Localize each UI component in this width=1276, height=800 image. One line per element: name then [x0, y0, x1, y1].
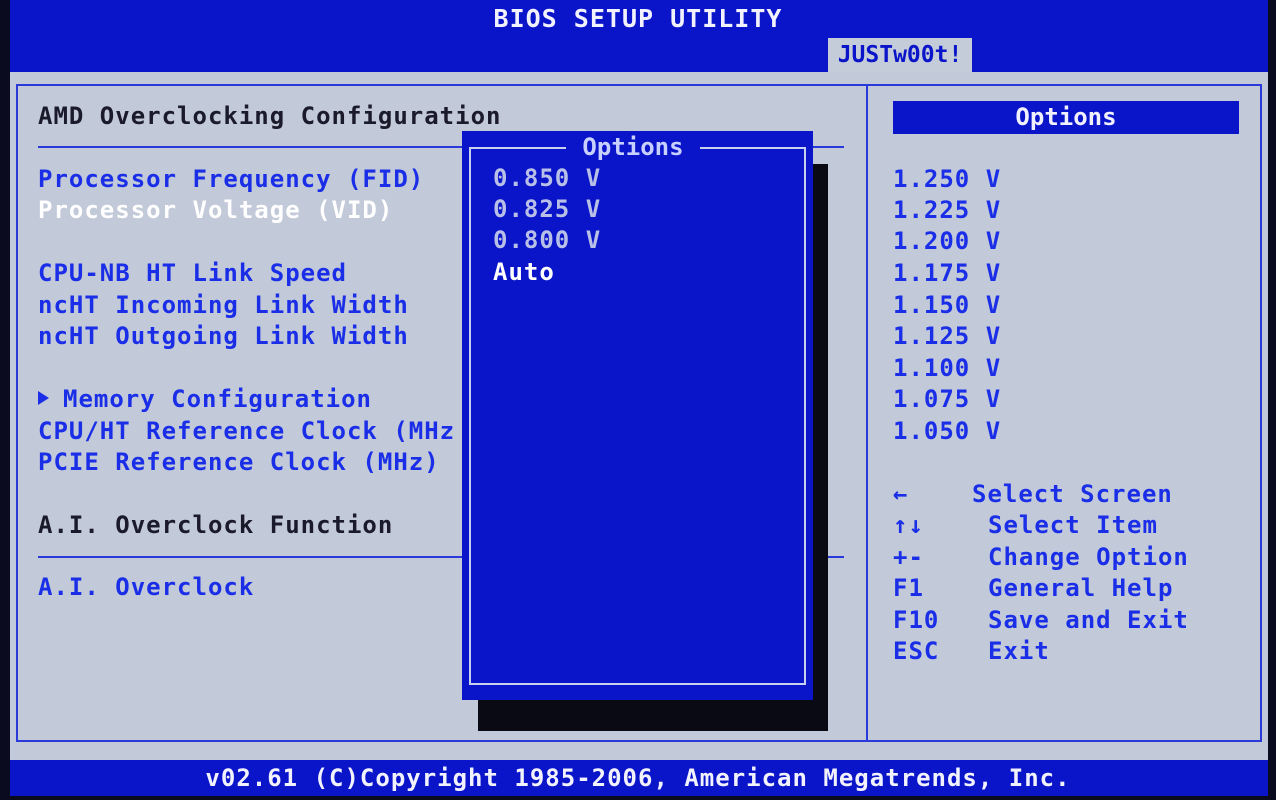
- submenu-label: Memory Configuration: [63, 385, 372, 413]
- setting-ncht-outgoing-link-width[interactable]: ncHT Outgoing Link Width: [38, 322, 409, 350]
- popup-option-selected[interactable]: Auto: [493, 258, 555, 286]
- option-value: 1.250 V: [893, 165, 1002, 193]
- help-text-general-help: General Help: [988, 574, 1174, 602]
- copyright-text: v02.61 (C)Copyright 1985-2006, American …: [205, 764, 1071, 792]
- setting-ncht-incoming-link-width[interactable]: ncHT Incoming Link Width: [38, 291, 409, 319]
- option-value: 1.150 V: [893, 291, 1002, 319]
- submenu-memory-configuration[interactable]: Memory Configuration: [38, 385, 372, 413]
- help-key-esc: ESC: [893, 637, 940, 665]
- menu-bar: [10, 38, 1268, 72]
- help-key-f10: F10: [893, 606, 940, 634]
- bios-title: BIOS SETUP UTILITY: [493, 4, 783, 33]
- popup-option[interactable]: 0.825 V: [493, 195, 601, 223]
- option-value: 1.125 V: [893, 322, 1002, 350]
- option-value: 1.100 V: [893, 354, 1002, 382]
- option-value: 1.200 V: [893, 227, 1002, 255]
- setting-cpu-ht-reference-clock[interactable]: CPU/HT Reference Clock (MHz: [38, 417, 455, 445]
- setting-ai-overclock[interactable]: A.I. Overclock: [38, 573, 254, 601]
- help-text-select-item: Select Item: [988, 511, 1158, 539]
- setting-ai-overclock-function: A.I. Overclock Function: [38, 511, 394, 539]
- setting-processor-voltage[interactable]: Processor Voltage (VID): [38, 196, 393, 224]
- help-text-save-and-exit: Save and Exit: [988, 606, 1189, 634]
- popup-option[interactable]: 0.800 V: [493, 226, 601, 254]
- options-header: Options: [893, 101, 1239, 134]
- tab-justw00t[interactable]: JUSTw00t!: [828, 38, 972, 72]
- help-key-plus-minus: +-: [893, 543, 924, 571]
- panel-divider: [866, 84, 868, 742]
- help-key-left-arrow: ←: [893, 480, 909, 508]
- popup-option[interactable]: 0.850 V: [493, 164, 601, 192]
- help-text-select-screen: Select Screen: [972, 480, 1173, 508]
- help-key-f1: F1: [893, 574, 924, 602]
- option-value: 1.075 V: [893, 385, 1002, 413]
- setting-pcie-reference-clock[interactable]: PCIE Reference Clock (MHz): [38, 448, 440, 476]
- setting-cpu-nb-ht-link-speed[interactable]: CPU-NB HT Link Speed: [38, 259, 347, 287]
- option-value: 1.175 V: [893, 259, 1002, 287]
- option-value: 1.050 V: [893, 417, 1002, 445]
- help-text-change-option: Change Option: [988, 543, 1189, 571]
- section-title: AMD Overclocking Configuration: [38, 102, 502, 130]
- submenu-arrow-icon: [38, 391, 49, 405]
- option-value: 1.225 V: [893, 196, 1002, 224]
- popup-title: Options: [582, 133, 684, 161]
- help-key-up-down: ↑↓: [893, 511, 924, 539]
- setting-processor-frequency[interactable]: Processor Frequency (FID): [38, 165, 424, 193]
- help-text-exit: Exit: [988, 637, 1050, 665]
